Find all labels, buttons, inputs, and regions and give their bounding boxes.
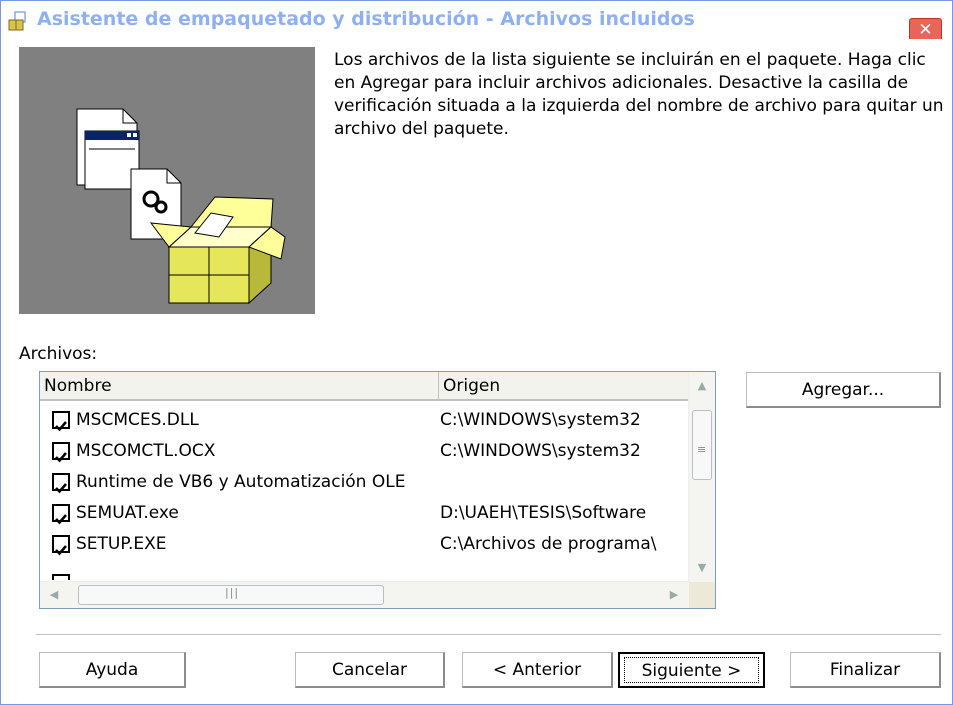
list-item[interactable]: Runtime de VB6 y Automatización OLE xyxy=(40,467,690,498)
vertical-scrollbar[interactable]: ▲ ≡ ▼ xyxy=(688,372,715,582)
scroll-down-arrow-icon[interactable]: ▼ xyxy=(690,556,714,580)
cancel-button[interactable]: Cancelar xyxy=(295,652,445,688)
grip-icon: ||| xyxy=(225,586,240,599)
files-label: Archivos: xyxy=(19,344,98,364)
title-bar[interactable]: Asistente de empaquetado y distribución … xyxy=(1,1,952,42)
package-setup-icon xyxy=(8,11,26,31)
file-origin: C:\WINDOWS\system32 xyxy=(440,410,641,430)
checkmark-icon xyxy=(55,545,67,556)
file-origin: C:\Archivos de programa\ xyxy=(440,534,657,554)
divider xyxy=(36,634,941,635)
checkmark-icon xyxy=(55,483,67,494)
file-name: MSCOMCTL.OCX xyxy=(76,441,216,461)
file-origin: C:\WINDOWS\system32 xyxy=(440,441,641,461)
list-item-partial[interactable] xyxy=(40,560,690,580)
checkmark-icon xyxy=(55,452,67,463)
next-button[interactable]: Siguiente > xyxy=(618,652,765,688)
list-item[interactable]: SEMUAT.exe D:\UAEH\TESIS\Software xyxy=(40,498,690,529)
horizontal-scroll-thumb[interactable]: ||| xyxy=(78,585,384,605)
instructions-text: Los archivos de la lista siguiente se in… xyxy=(334,50,944,139)
add-button[interactable]: Agregar... xyxy=(746,372,941,408)
list-item[interactable]: MSCMCES.DLL C:\WINDOWS\system32 xyxy=(40,405,690,436)
list-item[interactable]: MSCOMCTL.OCX C:\WINDOWS\system32 xyxy=(40,436,690,467)
column-header-origin[interactable]: Origen xyxy=(439,372,690,401)
checkmark-icon xyxy=(55,514,67,525)
vertical-scroll-thumb[interactable]: ≡ xyxy=(692,410,712,480)
list-header: Nombre Origen xyxy=(40,372,690,402)
scroll-up-arrow-icon[interactable]: ▲ xyxy=(690,374,714,398)
include-checkbox[interactable] xyxy=(52,411,70,432)
file-name: SEMUAT.exe xyxy=(76,503,179,523)
window-title: Asistente de empaquetado y distribución … xyxy=(37,8,695,30)
focus-rect xyxy=(624,657,759,683)
include-checkbox[interactable] xyxy=(52,442,70,463)
include-checkbox[interactable] xyxy=(52,473,70,494)
horizontal-scrollbar[interactable]: ◀ ||| ▶ xyxy=(40,581,690,608)
help-button[interactable]: Ayuda xyxy=(39,652,186,688)
finish-button[interactable]: Finalizar xyxy=(790,652,941,688)
grip-icon: ≡ xyxy=(697,443,707,456)
file-name: SETUP.EXE xyxy=(76,534,167,554)
include-checkbox[interactable] xyxy=(52,574,70,580)
wizard-window: Asistente de empaquetado y distribución … xyxy=(0,0,953,705)
list-item[interactable]: SETUP.EXE C:\Archivos de programa\ xyxy=(40,529,690,560)
back-button[interactable]: < Anterior xyxy=(462,652,613,688)
file-name: Runtime de VB6 y Automatización OLE xyxy=(76,472,406,492)
column-header-name[interactable]: Nombre xyxy=(40,372,439,401)
files-list[interactable]: Nombre Origen MSCMCES.DLL C:\WINDOWS\sys… xyxy=(39,371,716,609)
scrollbar-corner xyxy=(689,582,715,608)
file-name: MSCMCES.DLL xyxy=(76,410,199,430)
include-checkbox[interactable] xyxy=(52,504,70,525)
scroll-left-arrow-icon[interactable]: ◀ xyxy=(42,583,66,607)
scroll-right-arrow-icon[interactable]: ▶ xyxy=(662,583,686,607)
include-checkbox[interactable] xyxy=(52,535,70,556)
file-origin: D:\UAEH\TESIS\Software xyxy=(440,503,647,523)
checkmark-icon xyxy=(55,421,67,432)
package-box-illustration xyxy=(19,47,315,314)
